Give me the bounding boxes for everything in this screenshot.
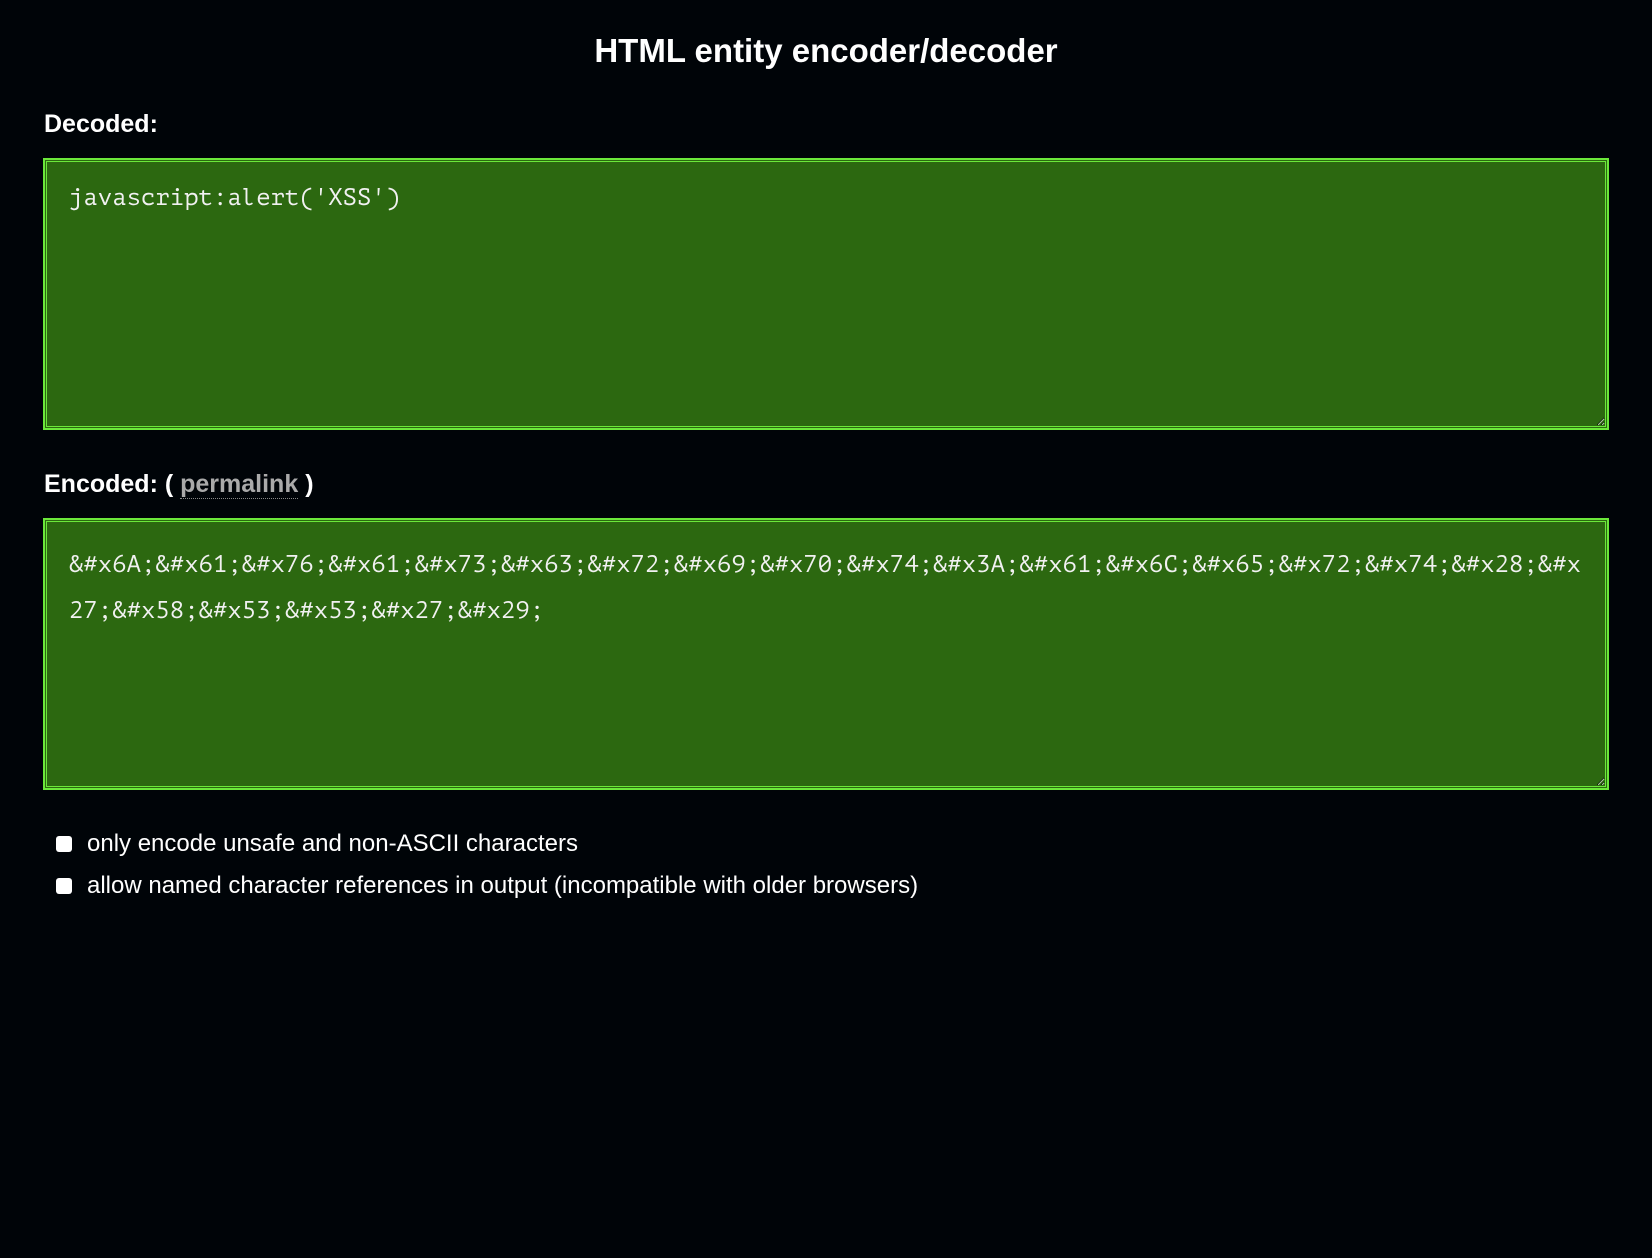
checkbox-named-refs-label[interactable]: allow named character references in outp… (87, 872, 918, 900)
decoded-textarea[interactable] (44, 159, 1608, 429)
decoded-label: Decoded: (44, 110, 1608, 139)
encoded-label-prefix: Encoded: ( (44, 470, 173, 498)
option-row-unsafe: only encode unsafe and non-ASCII charact… (52, 830, 1608, 858)
page-title: HTML entity encoder/decoder (44, 32, 1608, 70)
permalink-link[interactable]: permalink (180, 470, 298, 499)
encoded-textarea[interactable] (44, 519, 1608, 789)
checkbox-unsafe-only[interactable] (56, 836, 72, 852)
option-row-named: allow named character references in outp… (52, 872, 1608, 900)
checkbox-named-refs[interactable] (56, 878, 72, 894)
encoded-label-suffix: ) (305, 470, 313, 498)
decoded-section: Decoded: (44, 110, 1608, 434)
checkbox-unsafe-only-label[interactable]: only encode unsafe and non-ASCII charact… (87, 830, 578, 858)
encoded-section: Encoded: ( permalink ) (44, 470, 1608, 794)
encoded-label: Encoded: ( permalink ) (44, 470, 1608, 499)
